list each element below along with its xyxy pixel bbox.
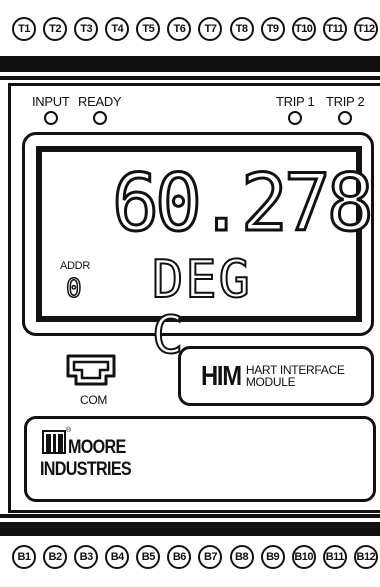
trip1-label: TRIP 1	[276, 94, 315, 109]
brand-line1: MOORE	[68, 437, 126, 458]
terminal-b4[interactable]: B4	[105, 545, 130, 569]
terminal-t11[interactable]: T11	[322, 17, 347, 41]
trip2-indicator: TRIP 2	[326, 94, 365, 125]
him-description: HART INTERFACE MODULE	[246, 364, 345, 388]
terminal-b1[interactable]: B1	[12, 545, 36, 569]
bottom-rail-line	[0, 514, 380, 518]
top-rail-band	[0, 56, 380, 72]
top-terminal-strip: T1 T2 T3 T4 T5 T6 T7 T8 T9 T10 T11 T12	[12, 10, 378, 48]
ready-label: READY	[78, 94, 122, 109]
bottom-terminal-strip: B1 B2 B3 B4 B5 B6 B7 B8 B9 B10 B11 B12	[12, 538, 378, 576]
terminal-t4[interactable]: T4	[105, 17, 130, 41]
input-led	[43, 111, 58, 125]
trip1-led	[288, 111, 303, 125]
him-logo: HIM	[201, 360, 242, 391]
him-line2: MODULE	[245, 375, 296, 389]
terminal-t8[interactable]: T8	[229, 17, 254, 41]
terminal-t6[interactable]: T6	[167, 17, 192, 41]
addr-value: 0	[65, 274, 82, 304]
trip2-led	[338, 111, 353, 125]
terminal-t1[interactable]: T1	[12, 17, 36, 41]
trip2-label: TRIP 2	[326, 94, 365, 109]
input-indicator: INPUT	[32, 95, 70, 125]
com-label: COM	[80, 393, 108, 407]
ready-indicator: READY	[78, 94, 122, 125]
terminal-b8[interactable]: B8	[229, 545, 254, 569]
terminal-t3[interactable]: T3	[74, 17, 99, 41]
terminal-t2[interactable]: T2	[43, 17, 68, 41]
addr-label: ADDR	[60, 260, 90, 272]
terminal-b3[interactable]: B3	[74, 545, 99, 569]
terminal-t9[interactable]: T9	[260, 17, 285, 41]
terminal-b2[interactable]: B2	[43, 545, 68, 569]
trip1-indicator: TRIP 1	[276, 94, 315, 125]
terminal-t10[interactable]: T10	[291, 17, 316, 41]
terminal-t7[interactable]: T7	[198, 17, 223, 41]
moore-logo-icon	[42, 430, 66, 454]
process-reading: 60.278	[111, 159, 376, 249]
terminal-b6[interactable]: B6	[167, 545, 192, 569]
input-label: INPUT	[32, 94, 70, 109]
terminal-b7[interactable]: B7	[198, 545, 223, 569]
registered-mark: ®	[66, 427, 72, 434]
terminal-b12[interactable]: B12	[353, 545, 378, 569]
top-rail-line	[0, 76, 380, 80]
terminal-t5[interactable]: T5	[136, 17, 161, 41]
terminal-t12[interactable]: T12	[353, 17, 378, 41]
terminal-b11[interactable]: B11	[322, 545, 347, 569]
terminal-b9[interactable]: B9	[260, 545, 285, 569]
terminal-b5[interactable]: B5	[136, 545, 161, 569]
brand-line2: INDUSTRIES	[40, 459, 132, 480]
bottom-rail-band	[0, 522, 380, 536]
terminal-b10[interactable]: B10	[291, 545, 316, 569]
ready-led	[92, 111, 107, 125]
him-label-box: HIM HART INTERFACE MODULE	[178, 346, 374, 406]
engineering-unit: DEG C	[151, 250, 252, 366]
